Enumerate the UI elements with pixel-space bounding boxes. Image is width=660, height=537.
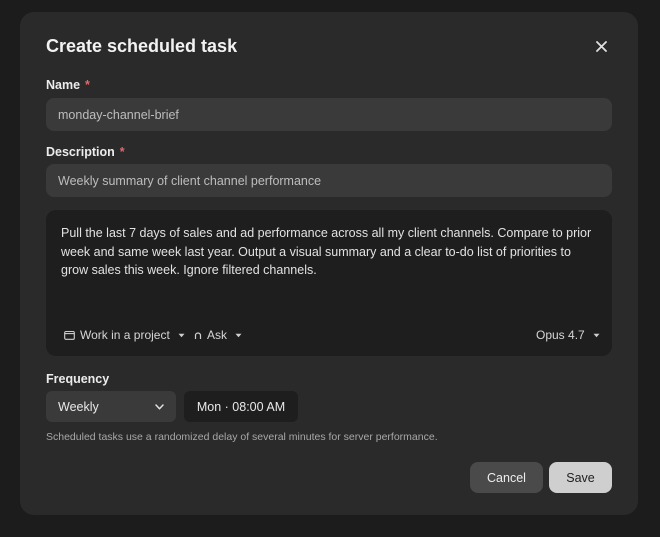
caret-down-icon	[235, 333, 242, 337]
scheduling-note: Scheduled tasks use a randomized delay o…	[46, 431, 438, 443]
prompt-text[interactable]: Pull the last 7 days of sales and ad per…	[61, 224, 597, 280]
prompt-textarea[interactable]: Pull the last 7 days of sales and ad per…	[46, 210, 612, 356]
name-input[interactable]: monday-channel-brief	[46, 98, 612, 131]
caret-down-icon	[593, 333, 600, 337]
name-label-text: Name	[46, 78, 81, 92]
close-button[interactable]	[591, 36, 611, 56]
frequency-value: Weekly	[58, 399, 99, 414]
name-label: Name *	[46, 78, 90, 92]
create-scheduled-task-dialog: Create scheduled task Name * monday-chann…	[20, 12, 638, 515]
mode-label: Ask	[207, 328, 228, 342]
ask-icon	[194, 331, 202, 339]
frequency-select[interactable]: Weekly	[46, 391, 176, 422]
frequency-label: Frequency	[46, 372, 110, 386]
description-label-text: Description	[46, 145, 115, 159]
close-icon	[595, 40, 607, 52]
model-label: Opus 4.7	[536, 328, 585, 342]
caret-down-icon	[178, 333, 185, 337]
required-mark: *	[119, 145, 125, 159]
description-input-value: Weekly summary of client channel perform…	[58, 173, 322, 188]
cancel-button[interactable]: Cancel	[470, 462, 543, 493]
description-label: Description *	[46, 145, 125, 159]
model-dropdown[interactable]: Opus 4.7	[536, 326, 600, 344]
project-label: Work in a project	[80, 328, 170, 342]
dialog-title: Create scheduled task	[46, 36, 238, 56]
project-dropdown[interactable]: Work in a project	[64, 326, 185, 344]
description-input[interactable]: Weekly summary of client channel perform…	[46, 164, 612, 197]
time-picker[interactable]: Mon · 08:00 AM	[184, 391, 298, 422]
save-button[interactable]: Save	[549, 462, 612, 493]
name-input-value: monday-channel-brief	[58, 107, 179, 122]
chevron-down-icon	[155, 403, 164, 410]
mode-dropdown[interactable]: Ask	[194, 326, 242, 344]
required-mark: *	[85, 78, 90, 92]
folder-icon	[64, 330, 75, 340]
